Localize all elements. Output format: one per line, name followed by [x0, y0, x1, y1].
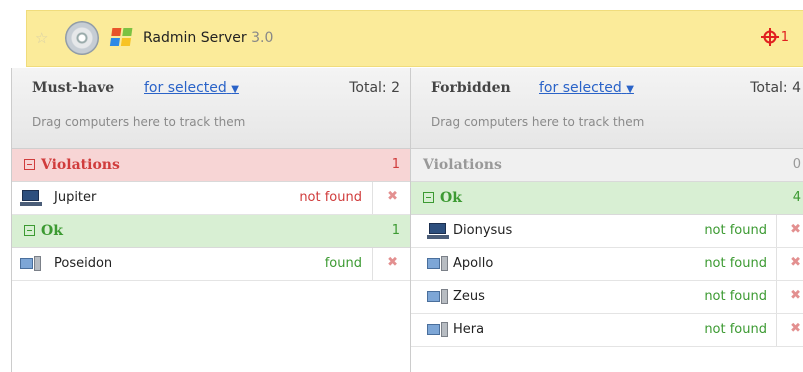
alert-indicator[interactable]: 1	[760, 28, 789, 46]
status-label: not found	[704, 256, 767, 271]
group-count: 1	[391, 157, 400, 172]
remove-icon[interactable]: ✖	[387, 189, 398, 204]
forbidden-header: Forbidden for selected ▼ Total: 4 Drag c…	[411, 68, 803, 149]
cd-disc-icon	[65, 21, 99, 55]
app-version: 3.0	[251, 30, 274, 46]
forbidden-panel[interactable]: Forbidden for selected ▼ Total: 4 Drag c…	[411, 68, 803, 372]
must-have-panel[interactable]: Must-have for selected ▼ Total: 2 Drag c…	[11, 68, 411, 372]
computer-row[interactable]: Apollo not found ✖	[411, 248, 803, 281]
group-toggle[interactable]: Violations	[24, 157, 120, 173]
panel-title: Forbidden	[431, 80, 511, 96]
panel-title: Must-have	[32, 80, 115, 96]
group-label: Ok	[41, 223, 63, 239]
computer-name: Jupiter	[54, 190, 97, 205]
app-name: Radmin Server	[143, 30, 247, 46]
group-toggle[interactable]: Ok	[24, 223, 63, 239]
collapse-icon[interactable]	[24, 225, 35, 236]
star-icon[interactable]: ☆	[35, 29, 48, 47]
computer-name: Hera	[453, 322, 485, 337]
desktop-icon	[427, 289, 449, 305]
caret-down-icon: ▼	[626, 84, 634, 95]
desktop-icon	[20, 256, 42, 272]
computer-row[interactable]: Zeus not found ✖	[411, 281, 803, 314]
group-count: 4	[792, 190, 801, 205]
collapse-icon[interactable]	[423, 192, 434, 203]
computer-name: Zeus	[453, 289, 485, 304]
computer-name: Poseidon	[54, 256, 113, 271]
computer-row[interactable]: Jupiter not found ✖	[12, 182, 410, 215]
drop-hint: Drag computers here to track them	[32, 115, 246, 129]
alert-count: 1	[780, 29, 789, 45]
for-selected-dropdown[interactable]: for selected ▼	[144, 80, 239, 96]
status-label: found	[324, 256, 362, 271]
group-count: 0	[792, 157, 801, 172]
collapse-icon[interactable]	[24, 159, 35, 170]
group-violations[interactable]: Violations 1	[12, 149, 410, 182]
status-label: not found	[704, 322, 767, 337]
app-title[interactable]: Radmin Server 3.0	[143, 30, 273, 46]
dropdown-label: for selected	[539, 80, 622, 96]
for-selected-dropdown[interactable]: for selected ▼	[539, 80, 634, 96]
group-count: 1	[391, 223, 400, 238]
status-label: not found	[704, 289, 767, 304]
group-ok[interactable]: Ok 1	[12, 215, 410, 248]
panel-total: Total: 2	[349, 80, 400, 96]
status-label: not found	[704, 223, 767, 238]
status-label: not found	[299, 190, 362, 205]
drop-hint: Drag computers here to track them	[431, 115, 645, 129]
computer-row[interactable]: Hera not found ✖	[411, 314, 803, 347]
group-ok[interactable]: Ok 4	[411, 182, 803, 215]
dropdown-label: for selected	[144, 80, 227, 96]
computer-row[interactable]: Poseidon found ✖	[12, 248, 410, 281]
app-header: ☆ Radmin Server 3.0 1	[26, 10, 803, 67]
remove-icon[interactable]: ✖	[387, 255, 398, 270]
group-label: Violations	[423, 157, 502, 173]
group-violations[interactable]: Violations 0	[411, 149, 803, 182]
remove-icon[interactable]: ✖	[790, 321, 801, 336]
laptop-icon	[427, 223, 449, 239]
remove-icon[interactable]: ✖	[790, 288, 801, 303]
laptop-icon	[20, 190, 42, 206]
computer-name: Dionysus	[453, 223, 513, 238]
must-have-header: Must-have for selected ▼ Total: 2 Drag c…	[12, 68, 410, 149]
desktop-icon	[427, 322, 449, 338]
group-label: Violations	[41, 157, 120, 173]
panel-total: Total: 4	[750, 80, 801, 96]
desktop-icon	[427, 256, 449, 272]
group-label: Ok	[440, 190, 462, 206]
remove-icon[interactable]: ✖	[790, 255, 801, 270]
windows-logo-icon	[109, 28, 135, 48]
computer-name: Apollo	[453, 256, 494, 271]
crosshair-icon	[760, 28, 779, 46]
remove-icon[interactable]: ✖	[790, 222, 801, 237]
group-toggle[interactable]: Ok	[423, 190, 462, 206]
caret-down-icon: ▼	[231, 84, 239, 95]
computer-row[interactable]: Dionysus not found ✖	[411, 215, 803, 248]
